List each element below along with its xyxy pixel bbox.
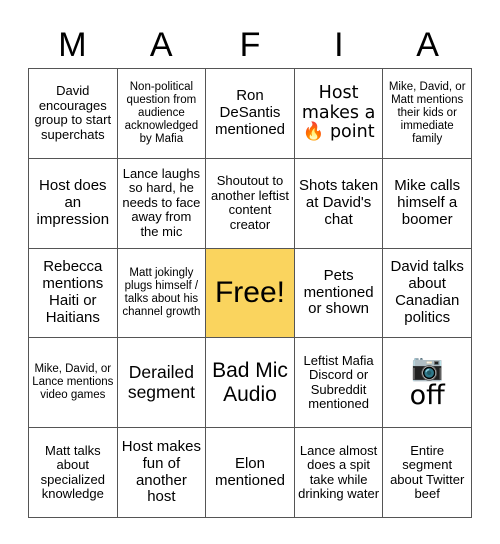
bingo-cell-r2c4[interactable]: Shots taken at David's chat — [294, 158, 384, 249]
bingo-cell-r1c3[interactable]: Ron DeSantis mentioned — [206, 69, 295, 159]
header-letter-4: I — [334, 26, 344, 64]
bingo-cell-text: Host makes a 🔥 point — [301, 83, 376, 143]
free-space-label: Free! — [214, 276, 285, 310]
bingo-cell-r2c5[interactable]: Mike calls himself a boomer — [383, 158, 472, 249]
bingo-cell-r4c4[interactable]: Leftist Mafia Discord or Subreddit menti… — [294, 338, 384, 429]
bingo-cell-text: Elon mentioned — [214, 454, 286, 489]
bingo-cell-text: Lance almost does a spit take while drin… — [298, 442, 380, 502]
bingo-cell-text: Matt jokingly plugs himself / talks abou… — [122, 267, 201, 318]
bingo-cell-text: Shots taken at David's chat — [298, 177, 379, 228]
bingo-cell-text: Mike, David, or Matt mentions their kids… — [388, 81, 466, 145]
bingo-cell-text: Derailed segment — [127, 362, 195, 402]
bingo-cell-r1c4[interactable]: Host makes a 🔥 point — [294, 69, 384, 159]
bingo-cell-text: Lance laughs so hard, he needs to face a… — [122, 165, 201, 240]
bingo-cell-text: Mike, David, or Lance mentions video gam… — [32, 363, 114, 402]
bingo-cell-r2c2[interactable]: Lance laughs so hard, he needs to face a… — [117, 158, 207, 249]
bingo-cell-text: Entire segment about Twitter beef — [390, 442, 465, 502]
bingo-cell-text: Ron DeSantis mentioned — [214, 87, 286, 138]
bingo-cell-r2c1[interactable]: Host does an impression — [29, 158, 118, 249]
bingo-cell-r5c1[interactable]: Matt talks about specialized knowledge — [29, 428, 118, 518]
bingo-cell-r1c1[interactable]: David encourages group to start supercha… — [29, 69, 118, 159]
bingo-cell-text: Matt talks about specialized knowledge — [40, 442, 105, 502]
bingo-cell-r5c3[interactable]: Elon mentioned — [206, 428, 295, 518]
bingo-cell-free-space[interactable]: Free! — [206, 248, 295, 339]
bingo-cell-r5c4[interactable]: Lance almost does a spit take while drin… — [294, 428, 384, 518]
header-letter-1: M — [58, 26, 87, 64]
bingo-cell-r5c5[interactable]: Entire segment about Twitter beef — [383, 428, 472, 518]
bingo-header: M A F I A — [28, 22, 472, 68]
bingo-cell-r2c3[interactable]: Shoutout to another leftist content crea… — [206, 158, 295, 249]
bingo-cell-r3c4[interactable]: Pets mentioned or shown — [294, 248, 384, 339]
bingo-cell-r1c2[interactable]: Non-political question from audience ack… — [117, 69, 207, 159]
bingo-cell-r4c2[interactable]: Derailed segment — [117, 338, 207, 429]
bingo-cell-text: Host does an impression — [36, 177, 110, 228]
bingo-cell-text: Mike calls himself a boomer — [394, 177, 461, 228]
bingo-cell-r5c2[interactable]: Host makes fun of another host — [117, 428, 207, 518]
bingo-cell-r4c1[interactable]: Mike, David, or Lance mentions video gam… — [29, 338, 118, 429]
bingo-cell-r4c5[interactable]: 📷 off — [383, 338, 472, 429]
bingo-cell-text: Non-political question from audience ack… — [124, 81, 199, 145]
bingo-cell-r3c5[interactable]: David talks about Canadian politics — [383, 248, 472, 339]
camera-off-text: 📷 off — [409, 352, 445, 412]
bingo-cell-text: Pets mentioned or shown — [303, 266, 374, 318]
header-letter-3: F — [239, 26, 261, 64]
bingo-grid: David encourages group to start supercha… — [28, 68, 472, 518]
header-letter-2: A — [149, 26, 173, 64]
bingo-cell-text: Leftist Mafia Discord or Subreddit menti… — [303, 352, 374, 412]
bingo-cell-text: Host makes fun of another host — [121, 438, 201, 506]
bingo-cell-text: Rebecca mentions Haiti or Haitians — [42, 258, 104, 326]
bingo-cell-text: David talks about Canadian politics — [390, 258, 464, 326]
bingo-cell-r1c5[interactable]: Mike, David, or Matt mentions their kids… — [383, 69, 472, 159]
bingo-card: M A F I A David encourages group to star… — [0, 0, 500, 544]
bingo-cell-text: David encourages group to start supercha… — [34, 83, 112, 142]
bingo-cell-r4c3[interactable]: Bad Mic Audio — [206, 338, 295, 429]
bingo-cell-r3c2[interactable]: Matt jokingly plugs himself / talks abou… — [117, 248, 207, 339]
bingo-cell-text: Bad Mic Audio — [212, 359, 288, 406]
bingo-cell-text: Shoutout to another leftist content crea… — [210, 173, 290, 232]
header-letter-5: A — [416, 26, 439, 64]
bingo-cell-r3c1[interactable]: Rebecca mentions Haiti or Haitians — [29, 248, 118, 339]
